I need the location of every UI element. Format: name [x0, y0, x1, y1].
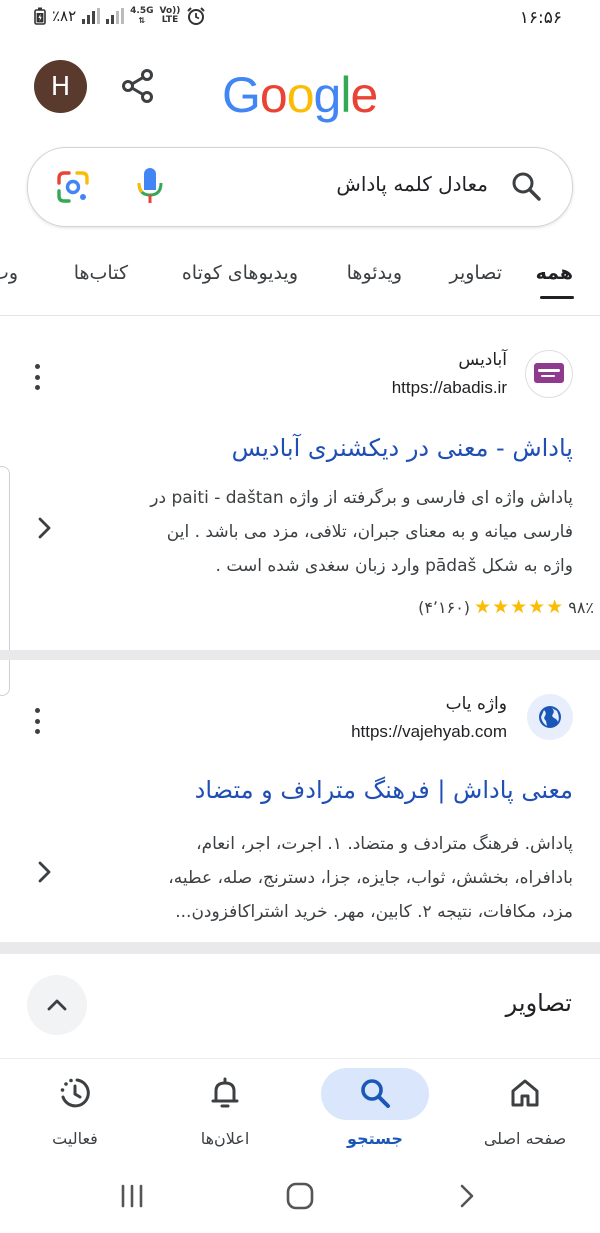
activity-icon — [60, 1078, 90, 1108]
logo-letter: e — [350, 67, 378, 123]
chevron-right-icon[interactable] — [34, 860, 54, 884]
search-result: واژه یاب https://vajehyab.com معنی پاداش… — [0, 660, 600, 942]
home-icon — [511, 1079, 539, 1107]
site-name[interactable]: آبادیس — [458, 350, 507, 370]
snippet-line: مزد، مکافات، نتیجه ۲. کابین، مهر. خرید ا… — [175, 902, 573, 922]
recent-apps-icon[interactable] — [118, 1182, 146, 1210]
bell-icon — [211, 1077, 239, 1108]
more-options-icon[interactable] — [34, 708, 40, 734]
logo-letter: o — [286, 67, 315, 123]
signal-icon — [82, 8, 101, 24]
result-title-link[interactable]: پاداش - معنی در دیکشنری آبادیس — [232, 434, 573, 462]
volte-indicator: Vo)) LTE — [159, 6, 181, 25]
snippet-line: واژه به شکل pādaš وارد زبان سغدی شده است… — [215, 556, 573, 576]
logo-letter: l — [340, 67, 351, 123]
alarm-icon — [187, 7, 206, 25]
active-tab-indicator — [540, 296, 574, 299]
battery-icon — [34, 7, 46, 25]
site-url[interactable]: https://abadis.ir — [392, 378, 507, 398]
result-separator — [0, 650, 600, 660]
more-options-icon[interactable] — [34, 364, 40, 390]
tab-item[interactable]: تصاویر — [449, 262, 502, 284]
tab-item[interactable]: کتاب‌ها — [74, 262, 128, 284]
result-title-link[interactable]: معنی پاداش | فرهنگ مترادف و متضاد — [195, 776, 573, 804]
search-input[interactable]: معادل کلمه پاداش — [336, 172, 488, 196]
nav-search[interactable]: جستجو — [300, 1059, 450, 1159]
nav-label: اعلان‌ها — [200, 1129, 250, 1148]
bottom-navigation: صفحه اصلی جستجو اعلان‌ها فعالیت — [0, 1058, 600, 1169]
system-navigation-bar — [0, 1168, 600, 1233]
chevron-right-icon[interactable] — [34, 516, 54, 540]
status-icons: ٪۸۲ 4.5G ⇅ Vo)) LTE — [34, 6, 206, 26]
search-icon[interactable] — [510, 170, 542, 202]
account-avatar[interactable]: H — [34, 60, 87, 113]
google-logo: Google — [222, 66, 378, 124]
nav-home[interactable]: صفحه اصلی — [450, 1059, 600, 1159]
snippet-line: بادافراه، بخشش، ثواب، جایزه، جزا، دسترنج… — [168, 868, 573, 888]
tab-item[interactable]: ویدیوهای کوتاه — [182, 262, 298, 284]
site-url[interactable]: https://vajehyab.com — [351, 722, 507, 742]
logo-letter: o — [259, 67, 288, 123]
battery-percent: ٪۸۲ — [52, 7, 77, 25]
clock: ۱۶:۵۶ — [519, 8, 562, 28]
share-icon[interactable] — [120, 68, 156, 104]
result-snippet: پاداش واژه ای فارسی و برگرفته از واژه pa… — [43, 481, 573, 583]
rating-count: (۴٬۱۶۰) — [418, 597, 471, 617]
tab-item[interactable]: ویدئوها — [347, 262, 402, 284]
nav-notifications[interactable]: اعلان‌ها — [150, 1059, 300, 1159]
search-icon — [361, 1079, 390, 1108]
rating-percent: ۹۸٪ — [568, 597, 594, 617]
nav-activity[interactable]: فعالیت — [0, 1059, 150, 1159]
search-result: آبادیس https://abadis.ir پاداش - معنی در… — [0, 316, 600, 650]
nav-label: فعالیت — [52, 1129, 98, 1148]
status-bar: ٪۸۲ 4.5G ⇅ Vo)) LTE ۱۶:۵۶ — [0, 0, 600, 40]
result-snippet: پاداش. فرهنگ مترادف و متضاد. ۱. اجرت، اج… — [43, 827, 573, 929]
microphone-icon[interactable] — [136, 166, 164, 206]
scroll-to-top-button[interactable] — [27, 975, 87, 1035]
avatar-letter: H — [50, 71, 71, 102]
snippet-line: پاداش واژه ای فارسی و برگرفته از واژه pa… — [150, 488, 573, 508]
images-section-title: تصاویر — [505, 989, 572, 1017]
globe-icon — [527, 694, 573, 740]
rating-row: ۹۸٪ ★★★★★ (۴٬۱۶۰) — [418, 596, 594, 618]
back-icon[interactable] — [455, 1182, 479, 1210]
signal-icon-2 — [106, 8, 125, 24]
result-separator — [0, 942, 600, 954]
home-button-icon[interactable] — [285, 1181, 315, 1211]
logo-letter: g — [313, 67, 342, 123]
tab-item[interactable]: همه — [536, 262, 573, 284]
abadis-icon — [525, 350, 573, 398]
snippet-line: پاداش. فرهنگ مترادف و متضاد. ۱. اجرت، اج… — [196, 834, 573, 854]
nav-label: جستجو — [347, 1129, 403, 1148]
snippet-line: فارسی میانه و به معنای جبران، تلافی، مزد… — [166, 522, 573, 542]
site-name[interactable]: واژه یاب — [446, 694, 507, 714]
nav-label: صفحه اصلی — [483, 1129, 567, 1148]
rating-stars: ★★★★★ — [474, 596, 565, 618]
search-box[interactable]: معادل کلمه پاداش — [27, 147, 573, 227]
logo-letter: G — [222, 67, 261, 123]
tab-item[interactable]: وب — [0, 262, 18, 284]
chevron-up-icon — [47, 999, 67, 1011]
network-type: 4.5G ⇅ — [130, 6, 154, 26]
google-lens-icon[interactable] — [56, 170, 90, 204]
